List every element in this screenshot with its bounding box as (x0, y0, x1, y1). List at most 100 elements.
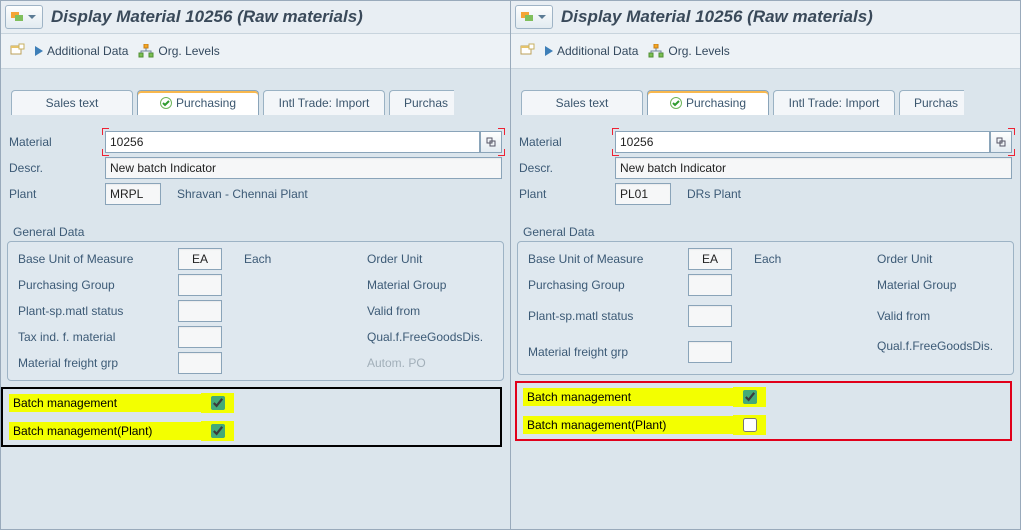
system-bar: Display Material 10256 (Raw materials) (1, 1, 510, 33)
material-label: Material (9, 135, 99, 149)
material-input[interactable] (105, 131, 480, 153)
additional-data-button[interactable]: Additional Data (35, 44, 128, 58)
bum-label: Base Unit of Measure (16, 252, 178, 266)
purch-group-input (688, 274, 732, 296)
batch-mgmt-plant-label: Batch management(Plant) (9, 422, 201, 440)
chevron-down-icon (28, 13, 36, 21)
org-levels-label: Org. Levels (158, 44, 219, 58)
toolbar: Additional Data Org. Levels (511, 33, 1020, 69)
page-title: Display Material 10256 (Raw materials) (555, 7, 1016, 27)
bum-text: Each (222, 252, 332, 266)
batch-highlight-box: Batch management Batch management(Plant) (1, 387, 502, 447)
org-levels-button[interactable]: Org. Levels (648, 44, 729, 58)
qual-label: Qual.f.FreeGoodsDis. (367, 330, 495, 344)
org-levels-label: Org. Levels (668, 44, 729, 58)
arrow-right-icon (35, 46, 43, 56)
batch-mgmt-label: Batch management (523, 388, 733, 406)
tab-purchasing-label: Purchasing (176, 96, 236, 110)
material-input[interactable] (615, 131, 990, 153)
tab-purchase-order-text[interactable]: Purchas (389, 90, 454, 115)
module-icon (520, 9, 536, 25)
valid-from-label: Valid from (877, 309, 1005, 323)
order-unit-label: Order Unit (367, 252, 495, 266)
hierarchy-icon (138, 44, 154, 58)
tab-purchasing-label: Purchasing (686, 96, 746, 110)
general-data-title: General Data (7, 223, 504, 241)
batch-mgmt-plant-label: Batch management(Plant) (523, 416, 733, 434)
new-session-icon (9, 43, 25, 59)
general-data-title: General Data (517, 223, 1014, 241)
system-bar: Display Material 10256 (Raw materials) (511, 1, 1020, 33)
batch-mgmt-checkbox[interactable] (211, 396, 225, 410)
tab-sales-text[interactable]: Sales text (11, 90, 133, 115)
tab-purchasing[interactable]: Purchasing (137, 90, 259, 115)
tab-intl-trade[interactable]: Intl Trade: Import (263, 90, 385, 115)
toolbar: Additional Data Org. Levels (1, 33, 510, 69)
check-icon (160, 97, 172, 109)
search-help-icon (996, 137, 1006, 147)
menu-button[interactable] (515, 5, 553, 29)
general-data-group: General Data Base Unit of Measure Each O… (7, 223, 504, 381)
bum-text: Each (732, 252, 842, 266)
additional-data-button[interactable]: Additional Data (545, 44, 638, 58)
new-session-icon (519, 43, 535, 59)
general-data-group: General Data Base Unit of Measure Each O… (517, 223, 1014, 375)
plantsp-input (688, 305, 732, 327)
taxind-input (178, 326, 222, 348)
descr-input (105, 157, 502, 179)
hierarchy-icon (648, 44, 664, 58)
chevron-down-icon (538, 13, 546, 21)
plant-label: Plant (9, 187, 99, 201)
arrow-right-icon (545, 46, 553, 56)
header-fields: Material Descr. Plant DRs Plant (511, 115, 1020, 217)
qual-label: Qual.f.FreeGoodsDis. (877, 339, 1005, 353)
bum-label: Base Unit of Measure (526, 252, 688, 266)
descr-input (615, 157, 1012, 179)
org-levels-button[interactable]: Org. Levels (138, 44, 219, 58)
material-label: Material (519, 135, 609, 149)
new-window-button[interactable] (9, 43, 25, 59)
tabstrip: Sales text Purchasing Intl Trade: Import… (1, 69, 510, 115)
left-panel: Display Material 10256 (Raw materials) A… (1, 1, 511, 529)
tab-purchasing[interactable]: Purchasing (647, 90, 769, 115)
menu-button[interactable] (5, 5, 43, 29)
batch-mgmt-label: Batch management (9, 394, 201, 412)
descr-label: Descr. (9, 161, 99, 175)
search-help-icon (486, 137, 496, 147)
tab-intl-trade[interactable]: Intl Trade: Import (773, 90, 895, 115)
new-window-button[interactable] (519, 43, 535, 59)
material-group-label: Material Group (877, 278, 1005, 292)
descr-label: Descr. (519, 161, 609, 175)
page-title: Display Material 10256 (Raw materials) (45, 7, 506, 27)
plantsp-label: Plant-sp.matl status (16, 304, 178, 318)
material-group-label: Material Group (367, 278, 495, 292)
matfr-input (178, 352, 222, 374)
batch-mgmt-plant-checkbox[interactable] (743, 418, 757, 432)
purch-group-label: Purchasing Group (16, 278, 178, 292)
tab-sales-text[interactable]: Sales text (521, 90, 643, 115)
module-icon (10, 9, 26, 25)
matfr-input (688, 341, 732, 363)
batch-mgmt-plant-checkbox[interactable] (211, 424, 225, 438)
additional-data-label: Additional Data (47, 44, 128, 58)
plant-name: Shravan - Chennai Plant (167, 187, 308, 201)
tab-purchase-order-text[interactable]: Purchas (899, 90, 964, 115)
plantsp-input (178, 300, 222, 322)
material-f4-button[interactable] (480, 131, 502, 153)
matfr-label: Material freight grp (526, 345, 688, 359)
purch-group-label: Purchasing Group (526, 278, 688, 292)
additional-data-label: Additional Data (557, 44, 638, 58)
material-f4-button[interactable] (990, 131, 1012, 153)
right-panel: Display Material 10256 (Raw materials) A… (511, 1, 1020, 529)
bum-input (688, 248, 732, 270)
taxind-label: Tax ind. f. material (16, 330, 178, 344)
plant-input (615, 183, 671, 205)
matfr-label: Material freight grp (16, 356, 178, 370)
valid-from-label: Valid from (367, 304, 495, 318)
autopo-label: Autom. PO (367, 356, 495, 370)
batch-mgmt-checkbox[interactable] (743, 390, 757, 404)
batch-highlight-box: Batch management Batch management(Plant) (515, 381, 1012, 441)
check-icon (670, 97, 682, 109)
order-unit-label: Order Unit (877, 252, 1005, 266)
purch-group-input (178, 274, 222, 296)
